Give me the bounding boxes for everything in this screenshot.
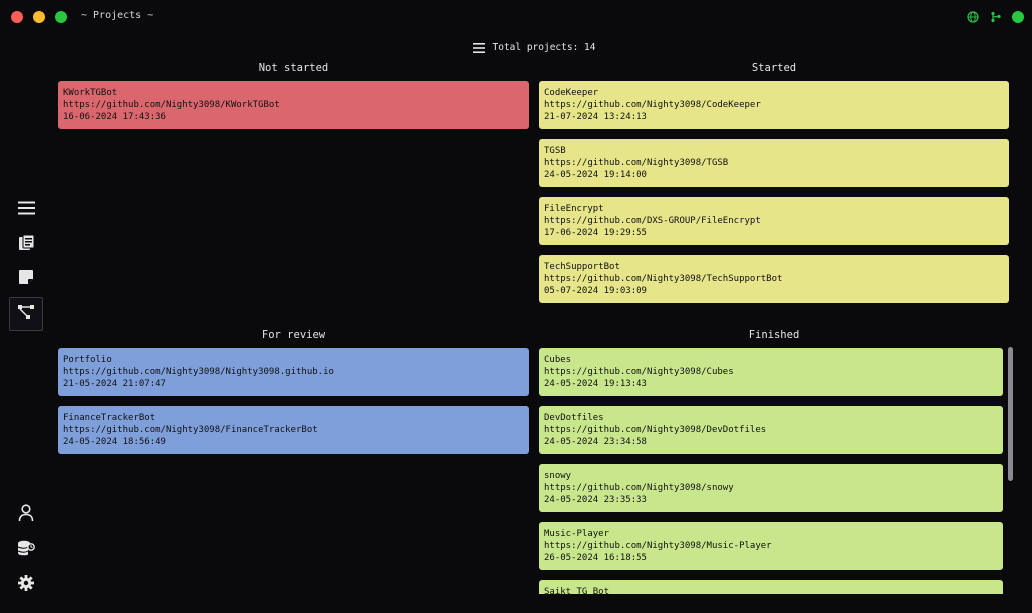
notes-icon: [18, 269, 34, 289]
project-date: 21-05-2024 21:07:47: [63, 379, 166, 389]
project-name: CodeKeeper: [544, 88, 599, 98]
status-dot: [1012, 11, 1024, 23]
globe-icon[interactable]: [966, 10, 980, 24]
project-card[interactable]: Saikt TG Bot: [539, 580, 1003, 594]
project-date: 24-05-2024 18:56:49: [63, 437, 166, 447]
project-name: Portfolio: [63, 355, 112, 365]
project-card[interactable]: FileEncrypt https://github.com/DXS-GROUP…: [539, 197, 1009, 245]
database-sync-icon: [17, 540, 35, 561]
sidebar-item-sync[interactable]: [9, 533, 43, 567]
project-card[interactable]: TGSB https://github.com/Nighty3098/TGSB …: [539, 139, 1009, 187]
project-url: https://github.com/Nighty3098/TGSB: [544, 158, 729, 168]
column-title-not-started: Not started: [258, 62, 329, 74]
project-date: 24-05-2024 23:35:33: [544, 495, 647, 505]
project-date: 17-06-2024 19:29:55: [544, 228, 647, 238]
tasks-icon: [18, 234, 35, 255]
finished-scrollbar[interactable]: [1008, 347, 1013, 481]
git-branch-icon[interactable]: [989, 10, 1003, 24]
project-name: TechSupportBot: [544, 262, 620, 272]
project-date: 24-05-2024 23:34:58: [544, 437, 647, 447]
project-url: https://github.com/Nighty3098/TechSuppor…: [544, 274, 783, 284]
project-url: https://github.com/Nighty3098/Nighty3098…: [63, 367, 334, 377]
project-url: https://github.com/Nighty3098/Music-Play…: [544, 541, 772, 551]
sidebar-item-projects[interactable]: [9, 297, 43, 331]
project-name: Music-Player: [544, 529, 610, 539]
project-card[interactable]: Cubes https://github.com/Nighty3098/Cube…: [539, 348, 1003, 396]
project-card[interactable]: KWorkTGBot https://github.com/Nighty3098…: [58, 81, 529, 129]
project-date: 05-07-2024 19:03:09: [544, 286, 647, 296]
sidebar-item-settings[interactable]: [9, 568, 43, 602]
gear-icon: [18, 575, 34, 595]
project-card[interactable]: snowy https://github.com/Nighty3098/snow…: [539, 464, 1003, 512]
menu-icon: [17, 200, 35, 219]
column-title-for-review: For review: [261, 329, 326, 341]
project-card[interactable]: DevDotfiles https://github.com/Nighty309…: [539, 406, 1003, 454]
projects-icon: [17, 303, 35, 325]
column-title-finished: Finished: [748, 329, 800, 341]
project-date: 16-06-2024 17:43:36: [63, 112, 166, 122]
sidebar-item-menu[interactable]: [9, 192, 43, 226]
sidebar-item-tasks[interactable]: [9, 227, 43, 261]
sidebar-item-account[interactable]: [9, 498, 43, 532]
column-title-started: Started: [751, 62, 797, 74]
title-bar: ~ Projects ~: [0, 0, 1032, 34]
projects-header: Total projects: 14: [18, 40, 1032, 54]
project-name: TGSB: [544, 146, 566, 156]
project-date: 24-05-2024 19:13:43: [544, 379, 647, 389]
project-name: Saikt TG Bot: [544, 587, 610, 594]
project-url: https://github.com/Nighty3098/CodeKeeper: [544, 100, 761, 110]
total-projects-count: Total projects: 14: [492, 41, 596, 53]
project-name: KWorkTGBot: [63, 88, 118, 98]
project-card[interactable]: CodeKeeper https://github.com/Nighty3098…: [539, 81, 1009, 129]
project-name: snowy: [544, 471, 572, 481]
project-card[interactable]: TechSupportBot https://github.com/Nighty…: [539, 255, 1009, 303]
project-date: 24-05-2024 19:14:00: [544, 170, 647, 180]
project-card[interactable]: Music-Player https://github.com/Nighty30…: [539, 522, 1003, 570]
project-date: 21-07-2024 13:24:13: [544, 112, 647, 122]
project-name: DevDotfiles: [544, 413, 604, 423]
project-date: 26-05-2024 16:18:55: [544, 553, 647, 563]
project-name: FinanceTrackerBot: [63, 413, 156, 423]
project-card[interactable]: FinanceTrackerBot https://github.com/Nig…: [58, 406, 529, 454]
menu-icon[interactable]: [472, 38, 485, 57]
project-name: FileEncrypt: [544, 204, 604, 214]
project-card[interactable]: Portfolio https://github.com/Nighty3098/…: [58, 348, 529, 396]
minimize-window-button[interactable]: [33, 11, 45, 23]
project-url: https://github.com/Nighty3098/snowy: [544, 483, 734, 493]
project-url: https://github.com/Nighty3098/FinanceTra…: [63, 425, 318, 435]
project-url: https://github.com/Nighty3098/Cubes: [544, 367, 734, 377]
close-window-button[interactable]: [11, 11, 23, 23]
project-url: https://github.com/Nighty3098/DevDotfile…: [544, 425, 767, 435]
project-name: Cubes: [544, 355, 572, 365]
maximize-window-button[interactable]: [55, 11, 67, 23]
finished-list[interactable]: Cubes https://github.com/Nighty3098/Cube…: [539, 347, 1003, 594]
account-icon: [18, 504, 34, 526]
project-url: https://github.com/DXS-GROUP/FileEncrypt: [544, 216, 761, 226]
project-url: https://github.com/Nighty3098/KWorkTGBot: [63, 100, 280, 110]
sidebar-item-notes[interactable]: [9, 262, 43, 296]
window-title: ~ Projects ~: [81, 10, 154, 21]
